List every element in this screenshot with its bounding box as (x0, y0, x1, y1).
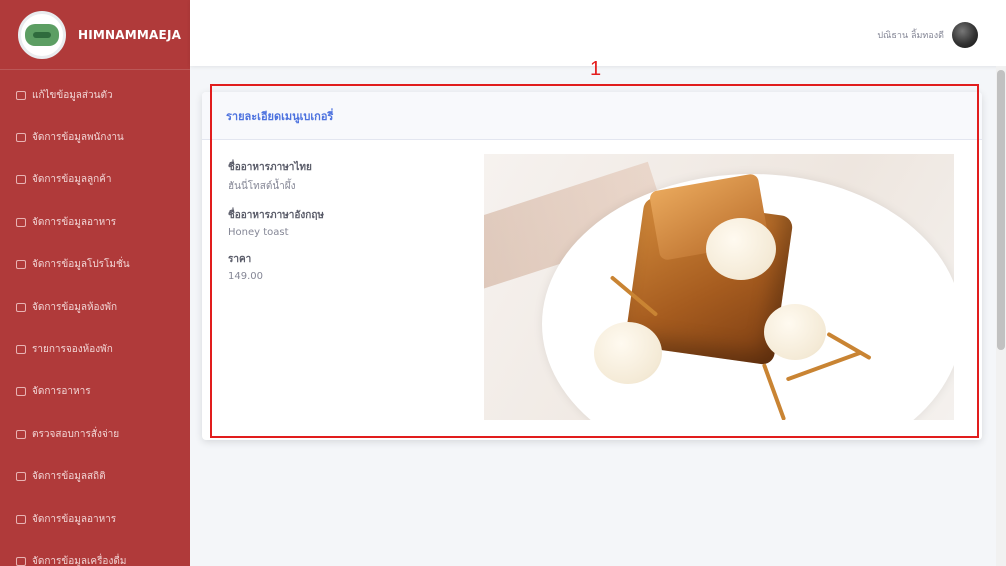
drink-icon (16, 556, 26, 566)
sidebar-item-label: จัดการข้อมูลเครื่องดื่ม (32, 555, 127, 566)
sidebar-item-manage-food[interactable]: จัดการอาหาร (0, 371, 190, 413)
sidebar-item-label: แก้ไขข้อมูลส่วนตัว (32, 89, 113, 101)
payment-icon (16, 429, 26, 439)
brand-logo (18, 10, 66, 59)
room-icon (16, 302, 26, 312)
sidebar-item-edit-profile[interactable]: แก้ไขข้อมูลส่วนตัว (0, 74, 190, 116)
sidebar-item-label: จัดการข้อมูลอาหาร (32, 513, 117, 525)
sidebar-item-label: จัดการข้อมูลอาหาร (32, 216, 117, 228)
chart-icon (16, 472, 26, 482)
sidebar-item-customers[interactable]: จัดการข้อมูลลูกค้า (0, 159, 190, 201)
utensils-icon (16, 387, 26, 397)
brand-name: HIMNAMMAEJA (78, 27, 182, 42)
scrollbar-thumb[interactable] (997, 70, 1005, 350)
sidebar-item-rooms[interactable]: จัดการข้อมูลห้องพัก (0, 286, 190, 328)
sidebar-item-label: จัดการข้อมูลห้องพัก (32, 301, 118, 313)
customer-icon (16, 175, 26, 185)
users-icon (16, 133, 26, 143)
sidebar-item-statistics[interactable]: จัดการข้อมูลสถิติ (0, 456, 190, 498)
sidebar-item-label: จัดการข้อมูลโปรโมชั่น (32, 259, 130, 271)
sidebar-item-employees[interactable]: จัดการข้อมูลพนักงาน (0, 116, 190, 158)
user-menu[interactable]: ปณิธาน ลิ้มทองดี (877, 22, 978, 48)
annotation-highlight-box (210, 84, 979, 438)
sidebar-item-label: ตรวจสอบการสั่งจ่าย (32, 428, 120, 440)
sidebar: HIMNAMMAEJA แก้ไขข้อมูลส่วนตัว จัดการข้อ… (0, 0, 190, 566)
sidebar-item-label: รายการจองห้องพัก (32, 344, 113, 356)
sidebar-item-promotions[interactable]: จัดการข้อมูลโปรโมชั่น (0, 244, 190, 286)
sidebar-item-drinks[interactable]: จัดการข้อมูลเครื่องดื่ม (0, 540, 190, 566)
sidebar-item-label: จัดการข้อมูลสถิติ (32, 471, 106, 483)
sidebar-item-label: จัดการอาหาร (32, 386, 91, 398)
sidebar-item-bookings[interactable]: รายการจองห้องพัก (0, 328, 190, 370)
user-name: ปณิธาน ลิ้มทองดี (877, 31, 944, 41)
sidebar-item-label: จัดการข้อมูลพนักงาน (32, 132, 124, 144)
sidebar-item-payments[interactable]: ตรวจสอบการสั่งจ่าย (0, 413, 190, 455)
sidebar-item-label: จัดการข้อมูลลูกค้า (32, 174, 112, 186)
topbar: ปณิธาน ลิ้มทองดี (190, 0, 1006, 66)
promotion-icon (16, 260, 26, 270)
booking-icon (16, 345, 26, 355)
annotation-marker: 1 (590, 58, 602, 80)
sidebar-nav: แก้ไขข้อมูลส่วนตัว จัดการข้อมูลพนักงาน จ… (0, 70, 190, 566)
avatar[interactable] (952, 22, 978, 48)
sidebar-item-food[interactable]: จัดการข้อมูลอาหาร (0, 201, 190, 243)
food-icon (16, 217, 26, 227)
list-icon (16, 514, 26, 524)
sidebar-brand[interactable]: HIMNAMMAEJA (0, 0, 190, 70)
user-edit-icon (16, 90, 26, 100)
sidebar-item-food-data[interactable]: จัดการข้อมูลอาหาร (0, 498, 190, 540)
